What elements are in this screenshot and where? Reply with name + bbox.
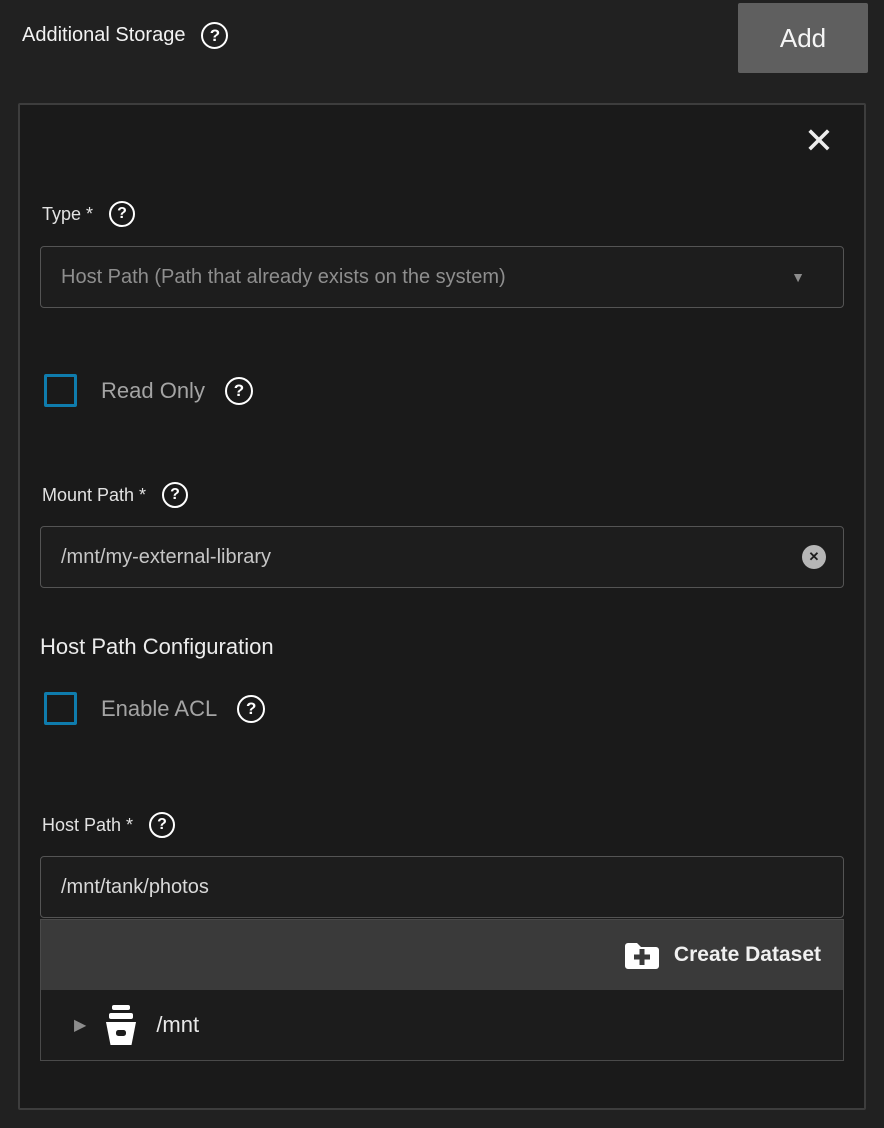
read-only-row: Read Only ? [44, 374, 253, 407]
type-label-row: Type * ? [42, 201, 135, 227]
mount-path-field: ✕ [40, 526, 844, 588]
page-title: Additional Storage [22, 24, 185, 47]
host-path-label: Host Path * [42, 815, 133, 836]
help-icon[interactable]: ? [201, 22, 228, 49]
tree-item-label: /mnt [156, 1012, 199, 1038]
host-path-label-row: Host Path * ? [42, 812, 175, 838]
clear-icon[interactable]: ✕ [802, 545, 826, 569]
additional-storage-page: Additional Storage ? Add ✕ Type * ? Host… [0, 0, 884, 1128]
file-browser-tree: ▶ /mnt [41, 990, 843, 1060]
read-only-label: Read Only [101, 378, 205, 404]
create-dataset-button[interactable]: Create Dataset [623, 940, 821, 970]
dataset-icon [103, 1005, 139, 1045]
file-browser: Create Dataset ▶ /mnt [40, 919, 844, 1061]
read-only-checkbox[interactable] [44, 374, 77, 407]
tree-row-mnt[interactable]: ▶ /mnt [41, 990, 843, 1060]
enable-acl-label: Enable ACL [101, 696, 217, 722]
help-icon[interactable]: ? [237, 695, 265, 723]
type-select[interactable]: Host Path (Path that already exists on t… [40, 246, 844, 308]
file-browser-toolbar: Create Dataset [41, 920, 843, 990]
expand-arrow-icon[interactable]: ▶ [74, 1015, 86, 1035]
host-path-field [40, 856, 844, 918]
create-dataset-label: Create Dataset [674, 943, 821, 967]
section-header: Additional Storage ? [22, 22, 228, 49]
host-path-configuration-heading: Host Path Configuration [40, 634, 274, 660]
help-icon[interactable]: ? [149, 812, 175, 838]
help-icon[interactable]: ? [109, 201, 135, 227]
mount-path-label-row: Mount Path * ? [42, 482, 188, 508]
chevron-down-icon: ▼ [791, 269, 805, 285]
storage-item-card: ✕ Type * ? Host Path (Path that already … [18, 103, 866, 1110]
close-icon[interactable]: ✕ [804, 123, 834, 159]
type-select-value: Host Path (Path that already exists on t… [61, 266, 506, 289]
enable-acl-row: Enable ACL ? [44, 692, 265, 725]
add-button[interactable]: Add [738, 3, 868, 73]
enable-acl-checkbox[interactable] [44, 692, 77, 725]
type-label: Type * [42, 204, 93, 225]
folder-plus-icon [623, 940, 661, 970]
host-path-input[interactable] [40, 856, 844, 918]
help-icon[interactable]: ? [225, 377, 253, 405]
mount-path-label: Mount Path * [42, 485, 146, 506]
mount-path-input[interactable] [40, 526, 844, 588]
help-icon[interactable]: ? [162, 482, 188, 508]
